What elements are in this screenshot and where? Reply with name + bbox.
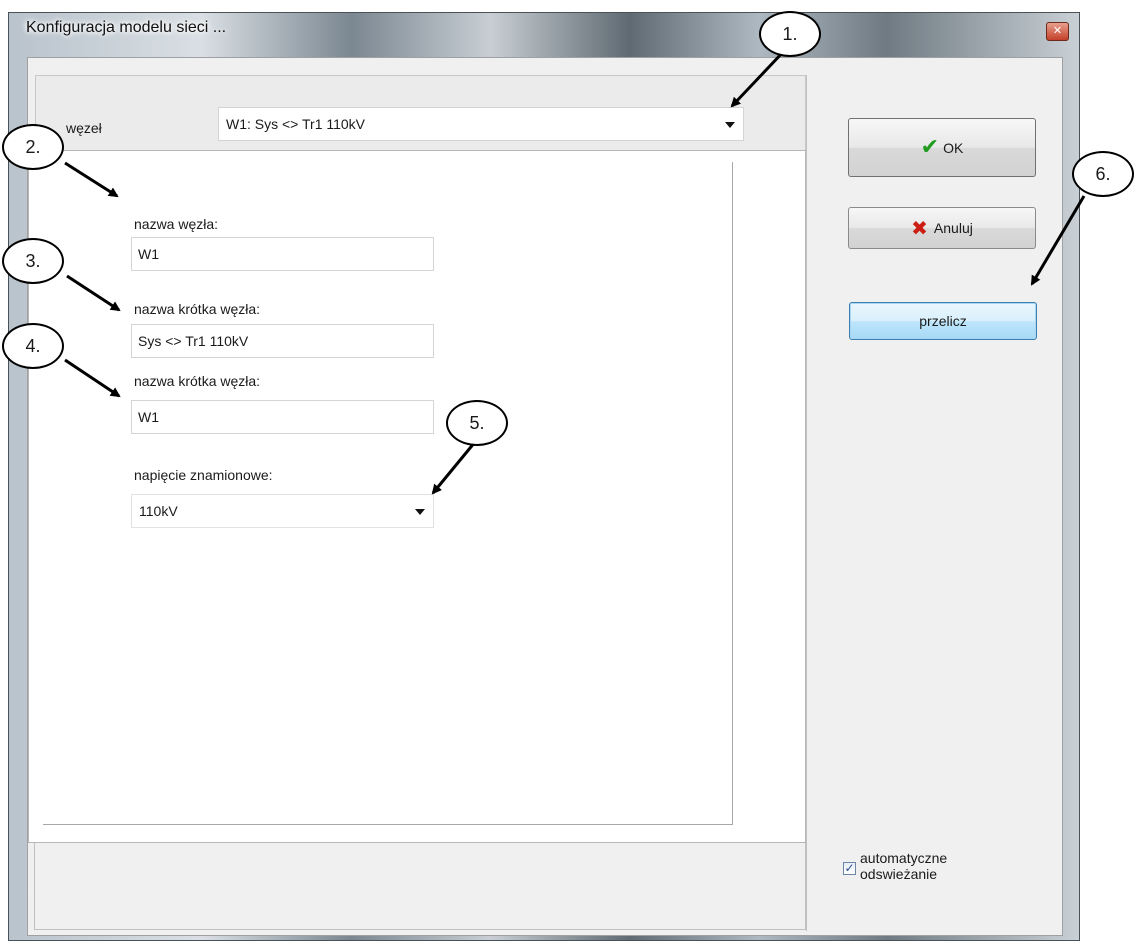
callout-4: 4. bbox=[2, 323, 64, 369]
callout-1: 1. bbox=[759, 11, 821, 57]
auto-refresh-checkbox[interactable]: ✓ bbox=[843, 862, 856, 875]
dialog-client-area: węzeł W1: Sys <> Tr1 110kV nazwa węzła: … bbox=[27, 57, 1063, 936]
cancel-button-label: Anuluj bbox=[933, 220, 973, 236]
node-short-name-2-label: nazwa krótka węzła: bbox=[134, 373, 261, 389]
bottom-panel bbox=[34, 843, 806, 930]
node-name-field[interactable]: W1 bbox=[131, 237, 434, 271]
node-short-name-value: Sys <> Tr1 110kV bbox=[138, 333, 249, 349]
ok-button-label: OK bbox=[943, 139, 964, 156]
node-label: węzeł bbox=[66, 120, 102, 136]
chevron-down-icon bbox=[725, 122, 735, 128]
node-short-name-field[interactable]: Sys <> Tr1 110kV bbox=[131, 324, 434, 358]
check-icon: ✔ bbox=[920, 135, 940, 160]
window-title: Konfiguracja modelu sieci ... bbox=[26, 19, 227, 36]
node-short-name-2-value: W1 bbox=[138, 409, 159, 425]
callout-6: 6. bbox=[1072, 151, 1134, 197]
node-short-name-label: nazwa krótka węzła: bbox=[134, 301, 261, 317]
callout-2: 2. bbox=[2, 124, 64, 170]
recalculate-button[interactable]: przelicz bbox=[849, 302, 1037, 340]
button-column-divider bbox=[806, 75, 807, 931]
panel-divider-vertical bbox=[732, 162, 733, 825]
title-bar: Konfiguracja modelu sieci ... ✕ bbox=[9, 13, 1079, 47]
close-icon[interactable]: ✕ bbox=[1046, 22, 1069, 41]
node-dropdown-value: W1: Sys <> Tr1 110kV bbox=[226, 116, 366, 132]
ok-button[interactable]: ✔ OK bbox=[848, 118, 1036, 177]
dialog-window: Konfiguracja modelu sieci ... ✕ węzeł W1… bbox=[8, 12, 1080, 941]
node-properties-panel: nazwa węzła: W1 nazwa krótka węzła: Sys … bbox=[28, 150, 806, 843]
cancel-button[interactable]: ✖ Anuluj bbox=[848, 207, 1036, 249]
auto-refresh-label-line2: odswieżanie bbox=[860, 866, 938, 882]
auto-refresh-label: automatyczne odswieżanie bbox=[860, 850, 980, 882]
voltage-dropdown[interactable]: 110kV bbox=[131, 494, 434, 528]
callout-5: 5. bbox=[446, 400, 508, 446]
node-dropdown[interactable]: W1: Sys <> Tr1 110kV bbox=[218, 107, 744, 141]
panel-divider-horizontal bbox=[43, 824, 733, 825]
node-name-label: nazwa węzła: bbox=[134, 216, 219, 232]
voltage-label: napięcie znamionowe: bbox=[134, 467, 273, 483]
node-name-value: W1 bbox=[138, 246, 159, 262]
x-icon: ✖ bbox=[911, 216, 928, 240]
chevron-down-icon bbox=[415, 509, 425, 515]
voltage-dropdown-value: 110kV bbox=[139, 503, 178, 519]
callout-3: 3. bbox=[2, 238, 64, 284]
auto-refresh-label-line1: automatyczne bbox=[860, 850, 948, 866]
recalculate-button-label: przelicz bbox=[919, 313, 967, 329]
node-short-name-2-field[interactable]: W1 bbox=[131, 400, 434, 434]
